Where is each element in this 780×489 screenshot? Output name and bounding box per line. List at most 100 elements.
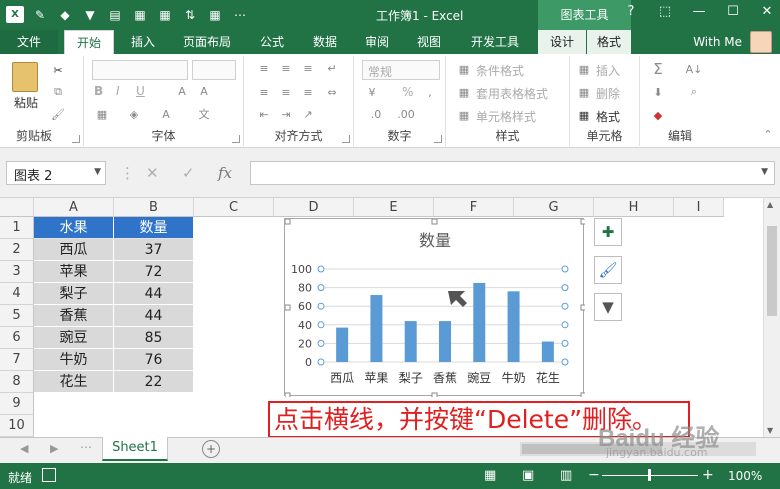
comma-icon[interactable]: , [422, 84, 438, 100]
column-header[interactable]: F [434, 198, 514, 217]
chart[interactable]: 数量 0 20 40 60 80 100 西瓜 苹果 梨子 香蕉 豌豆 牛奶 花生 [284, 218, 587, 399]
column-header[interactable]: G [514, 198, 594, 217]
table-cell[interactable]: 85 [114, 327, 194, 349]
prev-sheet-icon[interactable]: ◀ [20, 442, 28, 455]
gridline-selection-handle[interactable] [317, 302, 325, 310]
sheet-tab[interactable]: Sheet1 [102, 437, 168, 461]
format-table-button[interactable]: 套用表格格式 [476, 85, 548, 102]
align-bottom-icon[interactable]: ≡ [300, 60, 316, 76]
zoom-level[interactable]: 100% [728, 469, 762, 483]
border-icon[interactable]: ▦ [156, 6, 174, 23]
gridline-selection-handle[interactable] [317, 339, 325, 347]
font-size-dropdown[interactable] [192, 60, 236, 80]
table-cell[interactable]: 37 [114, 239, 194, 261]
tab-developer[interactable]: 开发工具 [460, 30, 530, 54]
insert-cells-button[interactable]: 插入 [596, 62, 620, 79]
tab-page-layout[interactable]: 页面布局 [172, 30, 242, 54]
font-grow-icon[interactable]: A [174, 83, 190, 99]
increase-indent-icon[interactable]: ⇥ [278, 106, 294, 122]
row-header[interactable]: 8 [0, 371, 34, 393]
dialog-launcher-icon[interactable] [72, 135, 80, 143]
row-header[interactable]: 2 [0, 239, 34, 261]
font-name-dropdown[interactable] [92, 60, 188, 80]
row-header[interactable]: 7 [0, 349, 34, 371]
macro-record-icon[interactable] [42, 468, 56, 482]
next-sheet-icon[interactable]: ▶ [50, 442, 58, 455]
enter-icon[interactable]: ✓ [182, 164, 195, 182]
collapse-ribbon-icon[interactable]: ⌃ [760, 126, 776, 142]
column-header[interactable]: A [34, 198, 114, 217]
tab-review[interactable]: 审阅 [354, 30, 400, 54]
table-cell[interactable]: 牛奶 [34, 349, 114, 371]
scroll-down-icon[interactable]: ▼ [767, 426, 773, 435]
table-cell[interactable]: 梨子 [34, 283, 114, 305]
fill-color-icon[interactable]: ◈ [126, 106, 142, 122]
chart-resize-handle[interactable] [431, 392, 438, 399]
row-header[interactable]: 6 [0, 327, 34, 349]
eraser-icon[interactable]: ◆ [56, 6, 74, 23]
select-all-corner[interactable] [0, 198, 34, 217]
table-cell[interactable]: 豌豆 [34, 327, 114, 349]
insert-function-icon[interactable]: fx [218, 164, 232, 182]
dialog-launcher-icon[interactable] [342, 135, 350, 143]
chart-elements-button[interactable]: ✚ [594, 218, 622, 246]
chart-resize-handle[interactable] [284, 392, 291, 399]
gridline-selection-handle[interactable] [317, 358, 325, 366]
more-icon[interactable]: ⋯ [80, 440, 92, 454]
gridline-selection-handle[interactable] [561, 358, 569, 366]
close-icon[interactable]: ✕ [758, 4, 776, 24]
tab-file[interactable]: 文件 [0, 30, 58, 54]
row-header[interactable]: 9 [0, 393, 34, 415]
filter-icon[interactable]: ▼ [81, 6, 99, 23]
gridline-selection-handle[interactable] [561, 339, 569, 347]
cut-icon[interactable]: ✂ [50, 62, 66, 78]
format-cells-button[interactable]: 格式 [596, 108, 620, 125]
tab-home[interactable]: 开始 [64, 30, 114, 54]
merge-icon[interactable]: ▦ [131, 6, 149, 23]
bar[interactable] [404, 321, 417, 362]
column-header[interactable]: D [274, 198, 354, 217]
column-header[interactable]: C [194, 198, 274, 217]
row-header[interactable]: 3 [0, 261, 34, 283]
bar[interactable] [370, 295, 383, 362]
gridline-selection-handle[interactable] [317, 284, 325, 292]
align-top-icon[interactable]: ≡ [256, 60, 272, 76]
column-header[interactable]: H [594, 198, 674, 217]
row-header[interactable]: 5 [0, 305, 34, 327]
tab-insert[interactable]: 插入 [120, 30, 166, 54]
row-header[interactable]: 1 [0, 217, 34, 239]
column-header[interactable]: E [354, 198, 434, 217]
formula-input[interactable]: ▼ [250, 161, 775, 185]
currency-icon[interactable]: ¥ [364, 84, 380, 100]
zoom-out-icon[interactable]: − [588, 467, 600, 483]
user-name[interactable]: With Me [693, 30, 742, 54]
sort-icon[interactable]: ⇅ [181, 6, 199, 23]
gridline-selection-handle[interactable] [561, 302, 569, 310]
align-left-icon[interactable]: ≡ [256, 84, 272, 100]
align-right-icon[interactable]: ≡ [300, 84, 316, 100]
find-select-icon[interactable]: ⌕ [686, 84, 702, 100]
chart-resize-handle[interactable] [580, 392, 587, 399]
table-cell[interactable]: 花生 [34, 371, 114, 393]
cell-styles-button[interactable]: 单元格样式 [476, 108, 536, 125]
gridline-selection-handle[interactable] [317, 265, 325, 273]
new-sheet-icon[interactable]: + [202, 440, 220, 458]
maximize-icon[interactable]: ☐ [724, 4, 742, 24]
bar[interactable] [473, 282, 486, 362]
scroll-up-icon[interactable]: ▲ [767, 200, 773, 209]
zoom-in-icon[interactable]: + [702, 467, 714, 483]
table-cell[interactable]: 44 [114, 283, 194, 305]
tab-formulas[interactable]: 公式 [250, 30, 294, 54]
zoom-slider-thumb[interactable] [648, 469, 651, 481]
bar[interactable] [541, 341, 554, 362]
page-layout-view-icon[interactable]: ▣ [522, 468, 534, 483]
dialog-launcher-icon[interactable] [434, 135, 442, 143]
bold-button[interactable]: B [94, 84, 103, 98]
table-cell[interactable]: 72 [114, 261, 194, 283]
percent-button[interactable]: % [402, 85, 413, 99]
chart-resize-handle[interactable] [284, 218, 291, 225]
format-painter-icon[interactable]: ▤ [106, 6, 124, 23]
bar[interactable] [336, 327, 349, 362]
paste-icon[interactable] [12, 62, 38, 92]
orientation-icon[interactable]: ↗ [300, 106, 316, 122]
